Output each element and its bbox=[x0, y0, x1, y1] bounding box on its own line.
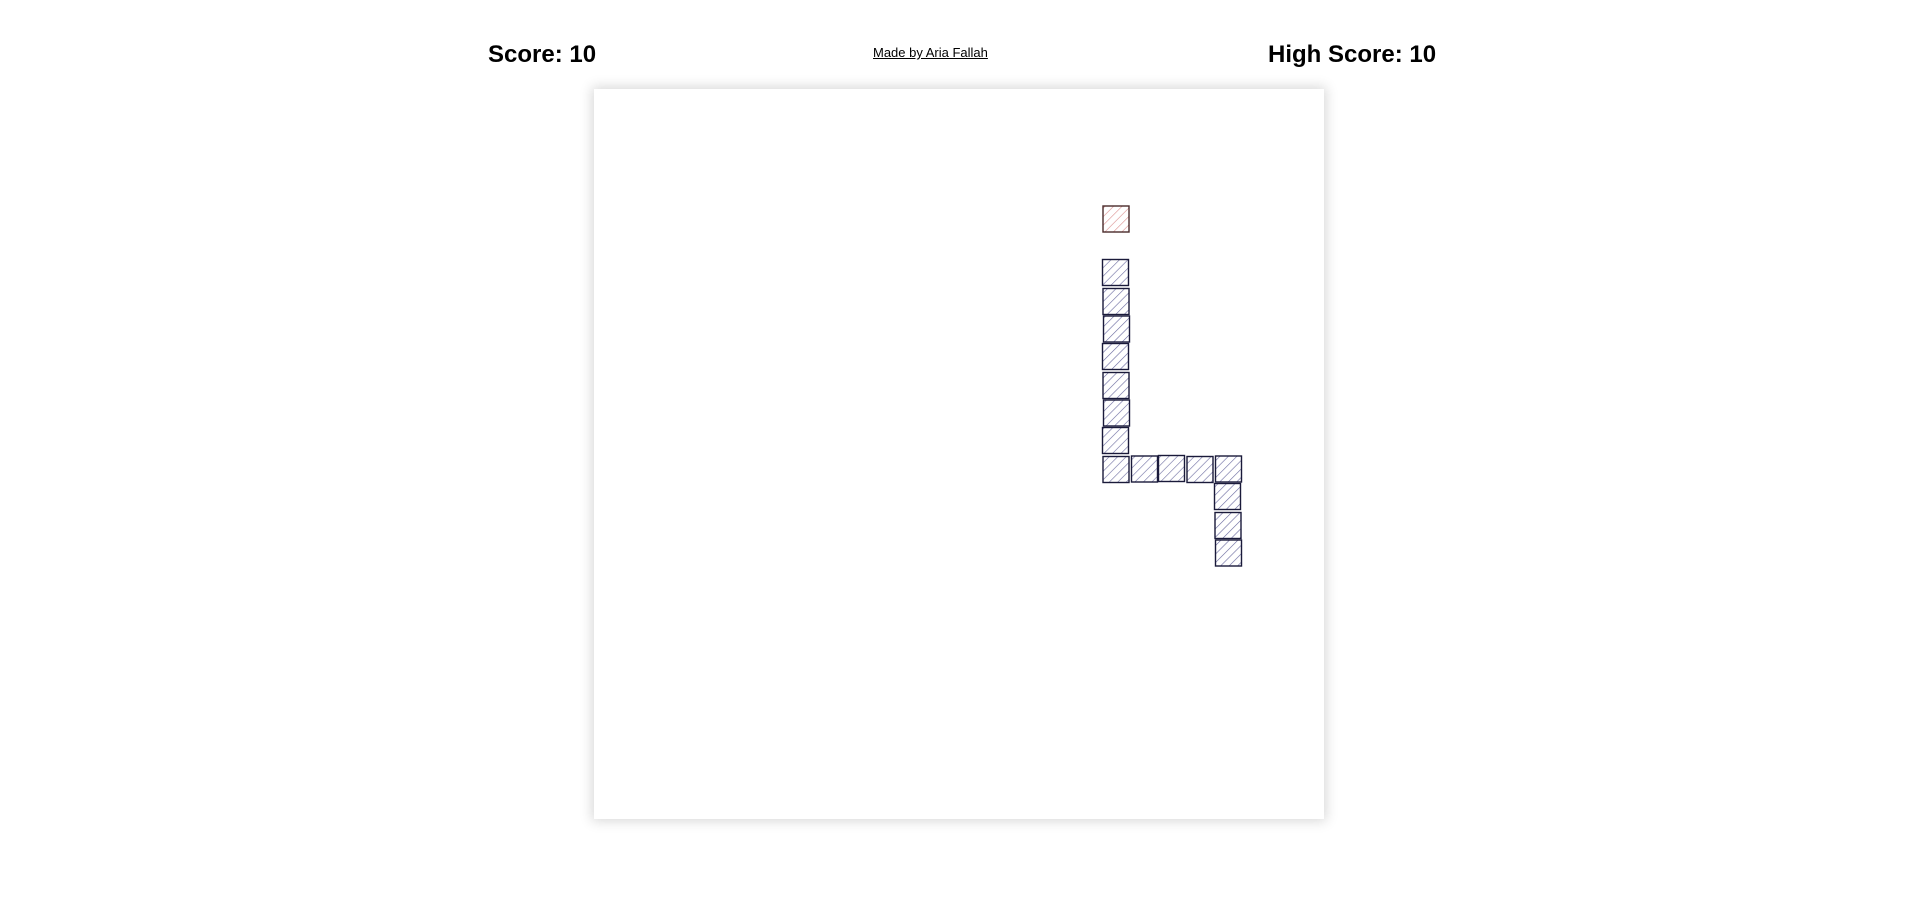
author-credit-link[interactable]: Made by Aria Fallah bbox=[873, 45, 988, 61]
game-header: Score: 10 Made by Aria Fallah High Score… bbox=[0, 0, 1915, 80]
snake-segment bbox=[1130, 455, 1159, 483]
snake-segment bbox=[1214, 511, 1242, 540]
snake-segment bbox=[1102, 399, 1131, 427]
game-canvas bbox=[1101, 205, 1243, 567]
score-display: Score: 10 bbox=[488, 41, 597, 68]
snake-segment bbox=[1186, 455, 1214, 484]
snake-segment bbox=[1101, 342, 1130, 371]
game-board[interactable] bbox=[594, 89, 1324, 819]
snake-segment bbox=[1102, 287, 1130, 316]
snake-segment bbox=[1101, 258, 1130, 287]
food-item bbox=[1102, 205, 1130, 233]
food bbox=[1102, 205, 1130, 233]
snake bbox=[1101, 258, 1243, 567]
snake-segment bbox=[1102, 455, 1130, 484]
snake-segment bbox=[1102, 371, 1130, 400]
snake-segment bbox=[1157, 454, 1186, 483]
snake-segment bbox=[1213, 482, 1242, 511]
snake-segment bbox=[1101, 426, 1130, 455]
snake-segment bbox=[1102, 315, 1131, 343]
high-score-display: High Score: 10 bbox=[1268, 41, 1437, 68]
snake-segment bbox=[1214, 455, 1243, 483]
snake-segment bbox=[1214, 539, 1243, 567]
